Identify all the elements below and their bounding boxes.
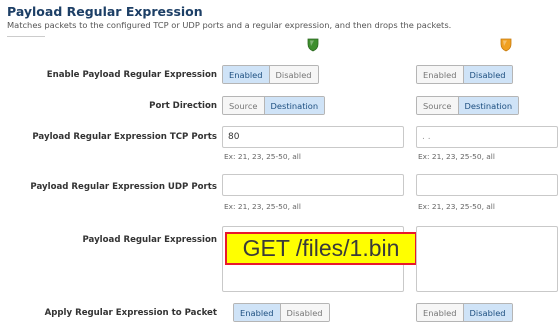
green-shield-icon <box>307 38 319 52</box>
tcp-ports-hint-left: Ex: 21, 23, 25-50, all <box>224 152 301 161</box>
tcp-ports-label: Payload Regular Expression TCP Ports <box>32 132 217 142</box>
section-divider <box>7 36 45 37</box>
disabled-option[interactable]: Disabled <box>268 66 318 83</box>
regex-value <box>417 227 557 232</box>
apply-regex-toggle-left[interactable]: Enabled Disabled <box>233 303 330 322</box>
disabled-option[interactable]: Disabled <box>462 66 512 83</box>
port-direction-toggle-right[interactable]: Source Destination <box>416 96 520 115</box>
source-option[interactable]: Source <box>223 97 264 114</box>
enabled-option[interactable]: Enabled <box>234 304 280 321</box>
enable-regex-toggle-right[interactable]: Enabled Disabled <box>416 65 513 84</box>
port-direction-toggle-left[interactable]: Source Destination <box>222 96 326 115</box>
section-title: Payload Regular Expression <box>7 4 203 19</box>
yellow-shield-icon <box>500 38 512 52</box>
source-option[interactable]: Source <box>417 97 458 114</box>
port-direction-label: Port Direction <box>149 101 217 111</box>
enabled-option[interactable]: Enabled <box>417 66 463 83</box>
section-description: Matches packets to the configured TCP or… <box>7 20 452 30</box>
udp-ports-hint-right: Ex: 21, 23, 25-50, all <box>418 202 495 211</box>
udp-ports-label: Payload Regular Expression UDP Ports <box>30 182 217 192</box>
udp-ports-input-right[interactable] <box>416 174 558 196</box>
udp-ports-value <box>223 175 403 180</box>
udp-ports-value <box>417 175 557 180</box>
enabled-option[interactable]: Enabled <box>223 66 269 83</box>
apply-regex-label: Apply Regular Expression to Packet <box>44 308 217 318</box>
regex-textarea-right[interactable] <box>416 226 558 292</box>
udp-ports-hint-left: Ex: 21, 23, 25-50, all <box>224 202 301 211</box>
tcp-ports-value: 80 <box>228 132 240 142</box>
tcp-ports-hint-right: Ex: 21, 23, 25-50, all <box>418 152 495 161</box>
regex-highlight: GET /files/1.bin <box>225 232 417 265</box>
enabled-option[interactable]: Enabled <box>417 304 463 321</box>
enable-regex-label: Enable Payload Regular Expression <box>46 70 217 80</box>
disabled-option[interactable]: Disabled <box>462 304 512 321</box>
tcp-ports-input-right[interactable]: . . <box>416 126 558 148</box>
enable-regex-toggle-left[interactable]: Enabled Disabled <box>222 65 319 84</box>
regex-label: Payload Regular Expression <box>82 235 217 245</box>
udp-ports-input-left[interactable] <box>222 174 404 196</box>
tcp-ports-value: . . <box>422 132 431 142</box>
destination-option[interactable]: Destination <box>263 97 325 114</box>
tcp-ports-input-left[interactable]: 80 <box>222 126 404 148</box>
disabled-option[interactable]: Disabled <box>279 304 329 321</box>
destination-option[interactable]: Destination <box>457 97 519 114</box>
apply-regex-toggle-right[interactable]: Enabled Disabled <box>416 303 513 322</box>
